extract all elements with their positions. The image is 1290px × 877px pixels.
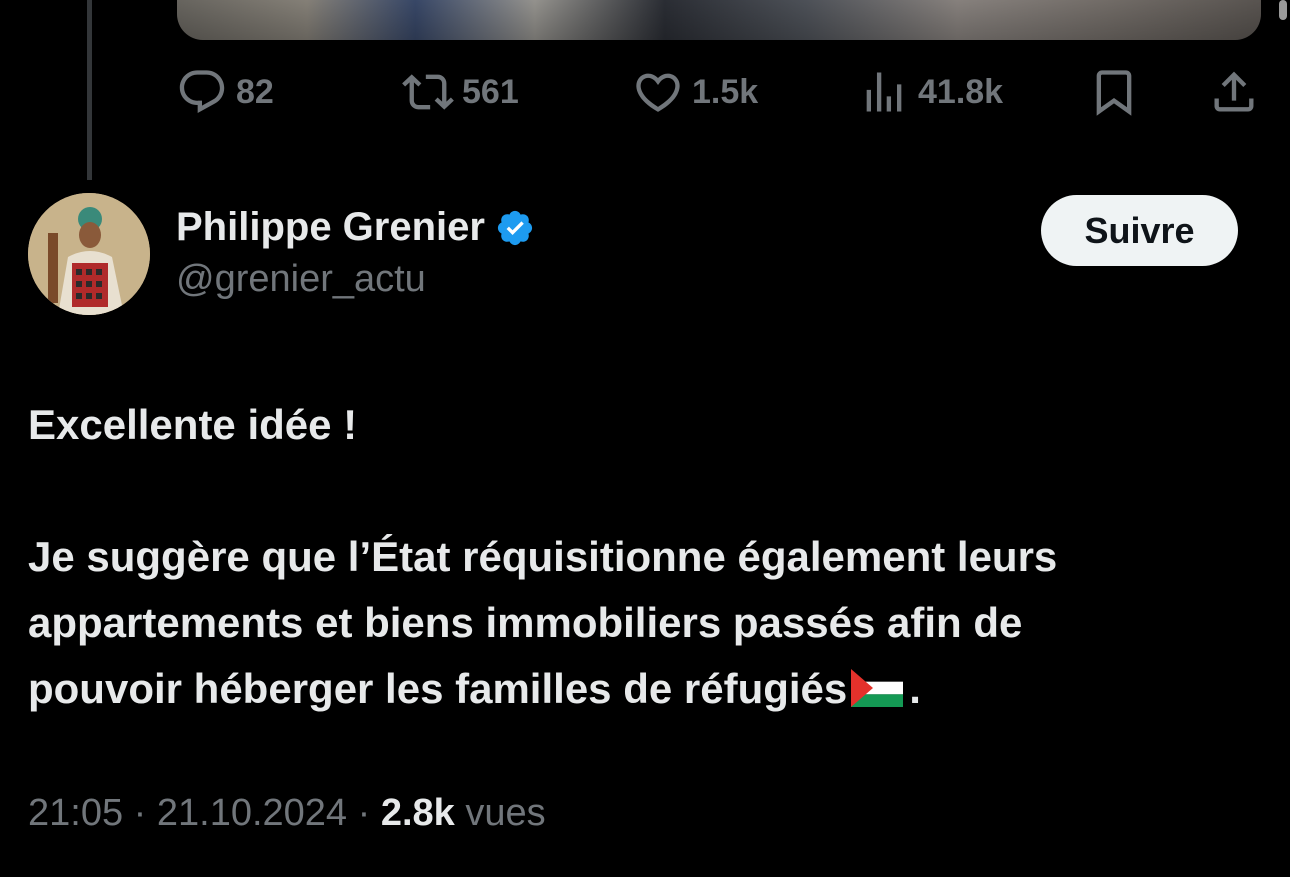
scrollbar[interactable] [1279,0,1287,20]
tweet-text: Excellente idée ! Je suggère que l’État … [28,392,1258,722]
like-count: 1.5k [692,72,759,111]
views-button[interactable]: 41.8k [858,62,1003,122]
bookmark-icon [1096,70,1132,116]
like-icon [636,73,680,112]
meta-separator: · [357,792,381,834]
share-icon [1214,71,1254,112]
tweet-time[interactable]: 21:05 [28,792,123,834]
tweet-views-count: 2.8k [380,792,455,834]
bookmark-button[interactable] [1088,62,1140,122]
reply-button[interactable]: 82 [176,62,274,122]
tweet-line-4: pouvoir héberger les familles de réfugié… [28,656,1258,722]
views-count: 41.8k [918,72,1004,111]
tweet-line-1: Excellente idée ! [28,401,358,448]
tweet-views-label: vues [465,792,546,834]
avatar-portrait-image [28,193,150,315]
author-handle[interactable]: @grenier_actu [176,258,426,301]
author-name[interactable]: Philippe Grenier [176,205,535,250]
media-shade [177,0,1261,40]
tweet-date[interactable]: 21.10.2024 [157,792,347,834]
tweet-action-bar: 82 561 1.5k 41.8k [0,62,1290,122]
retweet-count: 561 [462,72,519,111]
quoted-media-image[interactable] [177,0,1261,40]
tweet-line-2: Je suggère que l’État réquisitionne égal… [28,533,1058,580]
tweet-line-4-text: pouvoir héberger les familles de réfugié… [28,665,848,712]
palestine-flag-icon [851,668,904,707]
author-name-text: Philippe Grenier [176,205,485,249]
retweet-button[interactable]: 561 [402,62,519,122]
meta-separator: · [133,792,157,834]
reply-count: 82 [236,72,274,111]
retweet-icon [402,74,454,110]
tweet-meta: 21:05 · 21.10.2024 · 2.8k vues [28,792,546,835]
author-avatar[interactable] [28,193,150,315]
verified-badge-icon [497,210,533,245]
like-button[interactable]: 1.5k [632,62,758,122]
views-icon [866,72,902,112]
share-button[interactable] [1208,62,1260,122]
tweet-line-4-end: . [909,665,921,712]
reply-icon [179,70,225,114]
tweet-line-3: appartements et biens immobiliers passés… [28,599,1023,646]
follow-button[interactable]: Suivre [1041,195,1238,266]
